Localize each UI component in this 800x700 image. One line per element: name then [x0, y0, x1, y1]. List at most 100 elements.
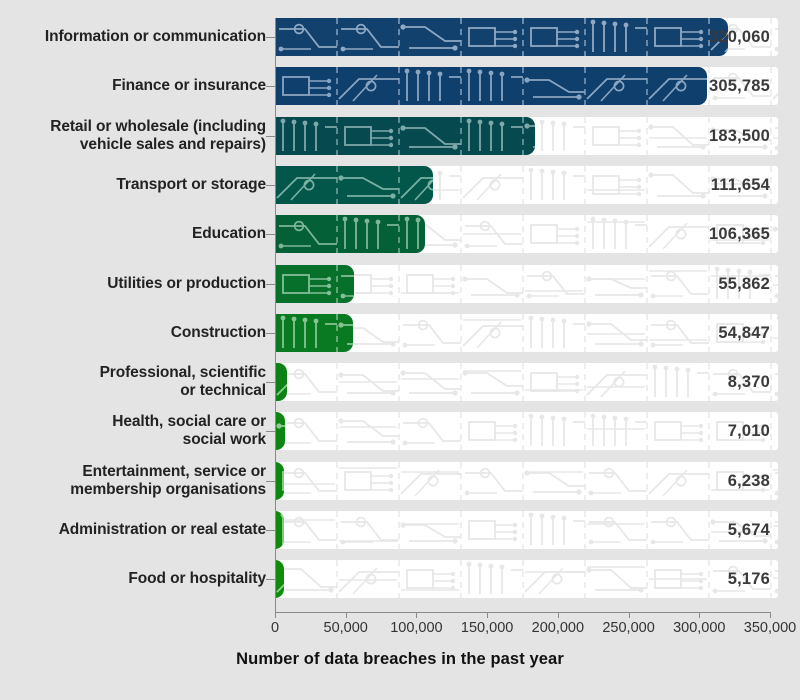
bar-segment — [275, 18, 728, 56]
circuit-pattern-icon — [275, 116, 535, 155]
x-axis-line — [275, 612, 770, 613]
horizontal-bar-chart: Information or communication Finance or i… — [0, 0, 800, 700]
y-axis-tick — [266, 37, 275, 38]
category-label-line: Construction — [170, 323, 266, 341]
category-label-line: Education — [191, 225, 266, 243]
y-axis-line — [275, 18, 276, 612]
category-label-line: Information or communication — [44, 28, 266, 45]
circuit-pattern-icon — [275, 215, 425, 254]
bar-segment — [275, 461, 284, 500]
x-axis-tick-label: 50,000 — [323, 620, 368, 636]
bar-value-label: 54,847 — [718, 323, 770, 342]
bar-value-label: 111,654 — [710, 175, 770, 194]
circuit-pattern-icon — [275, 313, 353, 352]
category-label-line: Transport or storage — [116, 175, 266, 193]
bar-value-label: 7,010 — [727, 422, 770, 441]
y-axis-tick — [266, 431, 275, 433]
bar-segment — [275, 313, 353, 352]
category-label: Administration or real estate — [16, 521, 266, 539]
bar-track — [275, 363, 778, 402]
x-axis-tick-label: 250,000 — [602, 620, 655, 636]
circuit-pattern-icon — [275, 511, 284, 549]
bar-value-label: 305,785 — [708, 77, 770, 96]
circuit-pattern-icon — [275, 560, 284, 599]
x-axis-tick — [770, 612, 771, 618]
bar-row: 111,654 — [275, 165, 778, 204]
y-axis-tick — [266, 382, 275, 384]
x-axis-tick — [416, 612, 418, 618]
bar-value-label: 5,176 — [727, 570, 770, 589]
bar-row: 7,010 — [275, 412, 778, 451]
bar-row: 55,862 — [275, 264, 778, 303]
circuit-pattern-icon — [275, 264, 354, 303]
bar-row: 5,674 — [275, 511, 778, 549]
category-label: Health, social care or social work — [16, 413, 266, 449]
category-label: Entertainment, service or membership orga… — [16, 463, 266, 499]
category-label: Retail or wholesale (including vehicle sa… — [16, 118, 266, 154]
bar-segment — [275, 165, 433, 204]
circuit-pattern-icon — [275, 511, 778, 549]
bar-segment — [275, 363, 287, 402]
circuit-pattern-icon — [275, 67, 708, 106]
x-axis-tick — [275, 612, 276, 618]
category-label: Utilities or production — [16, 275, 266, 293]
circuit-pattern-icon — [275, 412, 285, 451]
bar-value-label: 8,370 — [727, 373, 770, 392]
bar-track — [275, 461, 778, 500]
category-label: Education — [16, 225, 266, 243]
category-label-line: vehicle sales and repairs) — [79, 135, 266, 153]
circuit-pattern-icon — [275, 461, 284, 500]
bar-row: 106,365 — [275, 215, 778, 254]
category-label-line: social work — [182, 431, 266, 449]
circuit-pattern-icon — [275, 18, 728, 56]
bar-segment — [275, 412, 285, 451]
bar-segment — [275, 67, 708, 106]
x-axis-tick-label: 350,000 — [743, 620, 797, 636]
bar-value-label: 5,674 — [727, 521, 770, 539]
category-label: Information or communication — [16, 28, 266, 46]
bar-row: 320,060 — [275, 18, 778, 56]
category-label-line: Utilities or production — [107, 274, 266, 292]
bar-segment — [275, 511, 284, 549]
bar-value-label: 106,365 — [708, 225, 770, 244]
circuit-pattern-icon — [275, 461, 778, 500]
x-axis-tick — [628, 612, 630, 618]
category-label: Food or hospitality — [16, 570, 266, 588]
y-axis-tick — [266, 135, 275, 137]
bar-row: 8,370 — [275, 363, 778, 402]
category-label-line: membership organisations — [70, 480, 266, 498]
bar-row: 305,785 — [275, 67, 778, 106]
category-label-line: Administration or real estate — [58, 521, 266, 538]
x-axis-title: Number of data breaches in the past year — [236, 650, 564, 668]
y-axis-tick — [266, 283, 275, 285]
circuit-pattern-icon — [275, 412, 778, 451]
x-axis-tick-label: 200,000 — [531, 620, 585, 636]
x-axis-tick — [699, 612, 701, 618]
bar-value-label: 55,862 — [718, 274, 770, 293]
category-label: Construction — [16, 324, 266, 342]
category-label-line: Entertainment, service or — [82, 462, 266, 480]
circuit-pattern-icon — [275, 560, 778, 599]
y-axis-tick — [266, 332, 275, 334]
bar-segment — [275, 560, 284, 599]
y-axis-tick — [266, 480, 275, 482]
x-axis-tick-label: 150,000 — [460, 620, 514, 636]
category-label-line: or technical — [180, 382, 266, 400]
bar-row: 54,847 — [275, 313, 778, 352]
bar-value-label: 320,060 — [708, 28, 770, 46]
bar-track — [275, 560, 778, 599]
x-axis-tick-label: 0 — [270, 620, 280, 636]
bar-segment — [275, 264, 354, 303]
bar-row: 5,176 — [275, 560, 778, 599]
y-axis-tick — [266, 184, 275, 186]
circuit-pattern-icon — [275, 363, 287, 402]
category-label-line: Retail or wholesale (including — [50, 117, 266, 135]
y-axis-tick — [266, 530, 275, 531]
bar-row: 183,500 — [275, 116, 778, 155]
bar-value-label: 6,238 — [727, 471, 770, 490]
circuit-pattern-icon — [275, 363, 778, 402]
bar-value-label: 183,500 — [708, 126, 770, 145]
category-label-line: Professional, scientific — [99, 364, 267, 382]
bar-row: 6,238 — [275, 461, 778, 500]
plot-area: 320,060 305,785 183,500 111,654 106,365 55,86… — [275, 18, 778, 610]
